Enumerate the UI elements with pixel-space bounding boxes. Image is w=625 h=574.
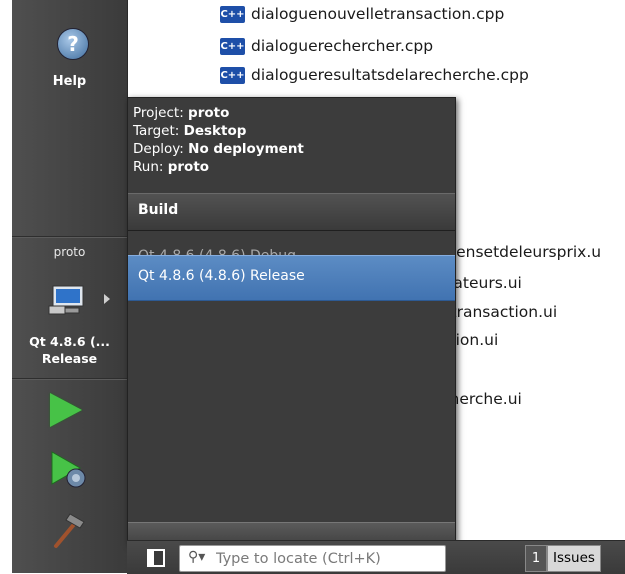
help-label: Help [52, 74, 87, 89]
toggle-sidebar-icon[interactable] [147, 549, 165, 567]
cpp-file-icon: C++ [220, 5, 245, 23]
issues-label: Issues [547, 545, 601, 572]
target-value: Desktop [183, 123, 247, 139]
help-icon: ? [57, 28, 89, 60]
ui-file-name[interactable]: etransaction.ui [441, 303, 557, 321]
build-header-label: Build [138, 202, 179, 218]
config-label: Qt 4.8.6 (4.8.6) Release [138, 268, 305, 284]
expand-arrow-icon [104, 294, 110, 304]
ui-file-name[interactable]: mensetdeleursprix.u [441, 243, 601, 261]
cpp-file-icon: C++ [220, 37, 245, 55]
run-value: proto [167, 159, 210, 175]
issues-count: 1 [525, 545, 547, 572]
config-item-release[interactable]: Qt 4.8.6 (4.8.6) Release [128, 255, 455, 301]
monitor-icon [48, 285, 84, 315]
run-label: Run: [133, 159, 164, 175]
run-summary: Project: proto Target: Desktop Deploy: N… [133, 104, 304, 176]
file-item[interactable]: C++ dialoguenouvelletransaction.cpp [220, 5, 504, 23]
sidebar-divider [12, 378, 127, 379]
deploy-value: No deployment [188, 141, 304, 157]
run-icon[interactable] [50, 393, 82, 427]
kit-name: Qt 4.8.6 (... [29, 334, 110, 349]
kit-build-config: Release [41, 351, 98, 366]
file-name: dialogueresultatsdelarecherche.cpp [251, 66, 529, 84]
kit-config-label: Qt 4.8.6 (... Release [12, 333, 127, 367]
kit-project-label: proto [53, 245, 86, 259]
file-name: dialoguerechercher.cpp [251, 37, 434, 55]
build-config-popup: Project: proto Target: Desktop Deploy: N… [127, 97, 456, 544]
hammer-icon[interactable] [50, 510, 90, 550]
target-label: Target: [133, 123, 180, 139]
file-item[interactable]: C++ dialoguerechercher.cpp [220, 37, 433, 55]
help-mode-button[interactable]: ? Help [12, 24, 127, 94]
issues-button[interactable]: 1 Issues [525, 545, 601, 572]
project-value: proto [188, 105, 230, 121]
build-section-header: Build [128, 193, 455, 231]
cpp-file-icon: C++ [220, 66, 245, 84]
sidebar-divider [12, 236, 127, 237]
locator-box[interactable]: ⚲▾ [179, 545, 446, 572]
search-icon: ⚲▾ [188, 549, 206, 565]
file-item[interactable]: C++ dialogueresultatsdelarecherche.cpp [220, 66, 529, 84]
locator-input[interactable] [214, 548, 443, 570]
debug-run-icon[interactable] [50, 450, 90, 490]
file-name: dialoguenouvelletransaction.cpp [251, 5, 505, 23]
project-label: Project: [133, 105, 184, 121]
deploy-label: Deploy: [133, 141, 184, 157]
status-bar: ⚲▾ 1 Issues [127, 540, 625, 574]
